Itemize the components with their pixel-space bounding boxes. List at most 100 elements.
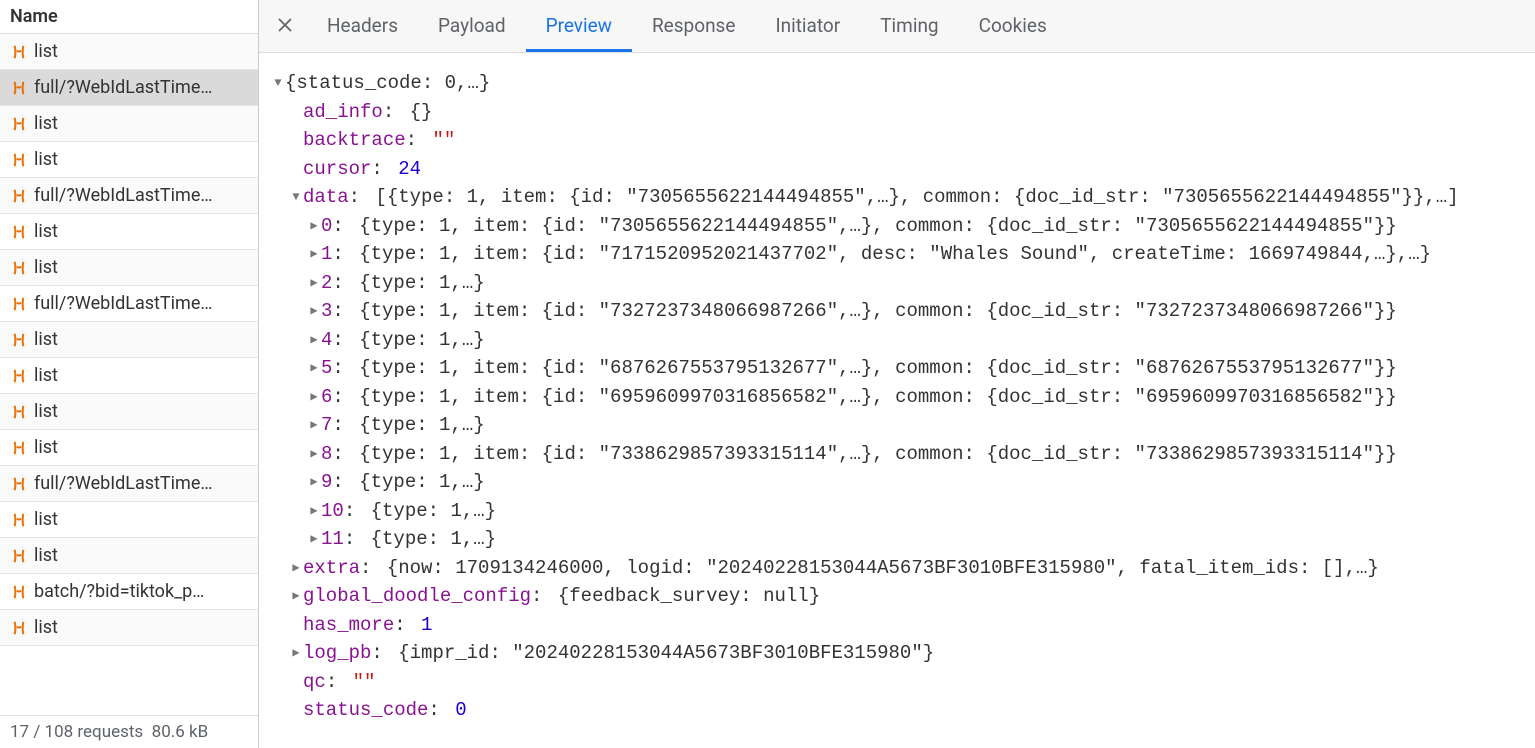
fetch-icon [10, 151, 28, 169]
request-name: list [34, 257, 58, 278]
tree-arrow-icon[interactable] [289, 183, 303, 211]
json-tree-line[interactable]: qc: "" [271, 668, 1523, 697]
tab-headers[interactable]: Headers [307, 0, 418, 52]
fetch-icon [10, 79, 28, 97]
json-tree-line[interactable]: global_doodle_config: {feedback_survey: … [271, 582, 1523, 611]
request-name: list [34, 329, 58, 350]
tree-arrow-icon[interactable] [307, 212, 321, 240]
request-row[interactable]: list [0, 322, 258, 358]
fetch-icon [10, 259, 28, 277]
json-line-content: ad_info: {} [303, 98, 432, 127]
json-tree-line[interactable]: 9: {type: 1,…} [271, 468, 1523, 497]
request-name: full/?WebIdLastTime… [34, 185, 212, 206]
json-tree-line[interactable]: 1: {type: 1, item: {id: "717152095202143… [271, 240, 1523, 269]
json-tree-line[interactable]: status_code: 0 [271, 696, 1523, 725]
tree-arrow-icon[interactable] [307, 468, 321, 496]
fetch-icon [10, 547, 28, 565]
json-line-content: log_pb: {impr_id: "20240228153044A5673BF… [303, 639, 934, 668]
json-tree-line[interactable]: 6: {type: 1, item: {id: "695960997031685… [271, 383, 1523, 412]
fetch-icon [10, 331, 28, 349]
request-row[interactable]: full/?WebIdLastTime… [0, 466, 258, 502]
json-tree-line[interactable]: 4: {type: 1,…} [271, 326, 1523, 355]
tree-arrow-icon[interactable] [307, 326, 321, 354]
json-line-content: data: [{type: 1, item: {id: "73056556221… [303, 183, 1459, 212]
json-preview-tree[interactable]: {status_code: 0,…}ad_info: {}backtrace: … [259, 53, 1535, 748]
close-icon [275, 15, 295, 35]
fetch-icon [10, 43, 28, 61]
request-row[interactable]: list [0, 214, 258, 250]
json-line-content: 2: {type: 1,…} [321, 269, 485, 298]
json-tree-line[interactable]: 10: {type: 1,…} [271, 497, 1523, 526]
request-row[interactable]: list [0, 250, 258, 286]
request-row[interactable]: list [0, 394, 258, 430]
name-column-header[interactable]: Name [0, 0, 258, 34]
request-name: batch/?bid=tiktok_p… [34, 581, 204, 602]
tab-timing[interactable]: Timing [860, 0, 958, 52]
fetch-icon [10, 511, 28, 529]
network-request-panel: Name listfull/?WebIdLastTime…listlistful… [0, 0, 259, 748]
request-name: list [34, 221, 58, 242]
tab-payload[interactable]: Payload [418, 0, 526, 52]
request-row[interactable]: full/?WebIdLastTime… [0, 178, 258, 214]
json-tree-line[interactable]: 2: {type: 1,…} [271, 269, 1523, 298]
json-tree-line[interactable]: data: [{type: 1, item: {id: "73056556221… [271, 183, 1523, 212]
tree-arrow-icon[interactable] [289, 639, 303, 667]
tab-response[interactable]: Response [632, 0, 755, 52]
json-tree-line[interactable]: has_more: 1 [271, 611, 1523, 640]
json-line-content: 7: {type: 1,…} [321, 411, 485, 440]
tree-arrow-icon[interactable] [307, 440, 321, 468]
request-row[interactable]: list [0, 106, 258, 142]
json-tree-line[interactable]: extra: {now: 1709134246000, logid: "2024… [271, 554, 1523, 583]
tree-arrow-icon[interactable] [307, 525, 321, 553]
request-row[interactable]: list [0, 430, 258, 466]
request-name: list [34, 509, 58, 530]
fetch-icon [10, 187, 28, 205]
request-row[interactable]: batch/?bid=tiktok_p… [0, 574, 258, 610]
request-row[interactable]: list [0, 610, 258, 646]
request-row[interactable]: full/?WebIdLastTime… [0, 70, 258, 106]
json-tree-line[interactable]: 11: {type: 1,…} [271, 525, 1523, 554]
tab-preview[interactable]: Preview [526, 0, 632, 52]
json-line-content: 9: {type: 1,…} [321, 468, 485, 497]
tree-arrow-icon[interactable] [307, 240, 321, 268]
tree-arrow-icon[interactable] [289, 582, 303, 610]
request-name: list [34, 401, 58, 422]
json-tree-line[interactable]: ad_info: {} [271, 98, 1523, 127]
tree-arrow-icon[interactable] [307, 269, 321, 297]
tree-arrow-icon[interactable] [307, 297, 321, 325]
json-tree-line[interactable]: {status_code: 0,…} [271, 69, 1523, 98]
tree-arrow-icon[interactable] [271, 69, 285, 97]
request-row[interactable]: list [0, 538, 258, 574]
tree-arrow-icon[interactable] [307, 497, 321, 525]
json-line-content: global_doodle_config: {feedback_survey: … [303, 582, 820, 611]
json-line-content: 5: {type: 1, item: {id: "687626755379513… [321, 354, 1397, 383]
tree-arrow-icon[interactable] [307, 411, 321, 439]
tree-arrow-icon[interactable] [307, 383, 321, 411]
json-tree-line[interactable]: 3: {type: 1, item: {id: "732723734806698… [271, 297, 1523, 326]
close-panel-button[interactable] [269, 5, 307, 48]
request-row[interactable]: full/?WebIdLastTime… [0, 286, 258, 322]
request-row[interactable]: list [0, 502, 258, 538]
request-list[interactable]: listfull/?WebIdLastTime…listlistfull/?We… [0, 34, 258, 715]
fetch-icon [10, 403, 28, 421]
tree-arrow-icon[interactable] [289, 554, 303, 582]
json-tree-line[interactable]: 7: {type: 1,…} [271, 411, 1523, 440]
json-line-content: extra: {now: 1709134246000, logid: "2024… [303, 554, 1379, 583]
request-name: list [34, 113, 58, 134]
json-tree-line[interactable]: log_pb: {impr_id: "20240228153044A5673BF… [271, 639, 1523, 668]
request-row[interactable]: list [0, 34, 258, 70]
fetch-icon [10, 439, 28, 457]
request-name: list [34, 617, 58, 638]
json-tree-line[interactable]: 5: {type: 1, item: {id: "687626755379513… [271, 354, 1523, 383]
request-row[interactable]: list [0, 142, 258, 178]
tab-initiator[interactable]: Initiator [755, 0, 860, 52]
request-row[interactable]: list [0, 358, 258, 394]
fetch-icon [10, 115, 28, 133]
json-tree-line[interactable]: 0: {type: 1, item: {id: "730565562214449… [271, 212, 1523, 241]
tab-cookies[interactable]: Cookies [959, 0, 1067, 52]
fetch-icon [10, 367, 28, 385]
json-tree-line[interactable]: 8: {type: 1, item: {id: "733862985739331… [271, 440, 1523, 469]
json-tree-line[interactable]: cursor: 24 [271, 155, 1523, 184]
json-tree-line[interactable]: backtrace: "" [271, 126, 1523, 155]
tree-arrow-icon[interactable] [307, 354, 321, 382]
